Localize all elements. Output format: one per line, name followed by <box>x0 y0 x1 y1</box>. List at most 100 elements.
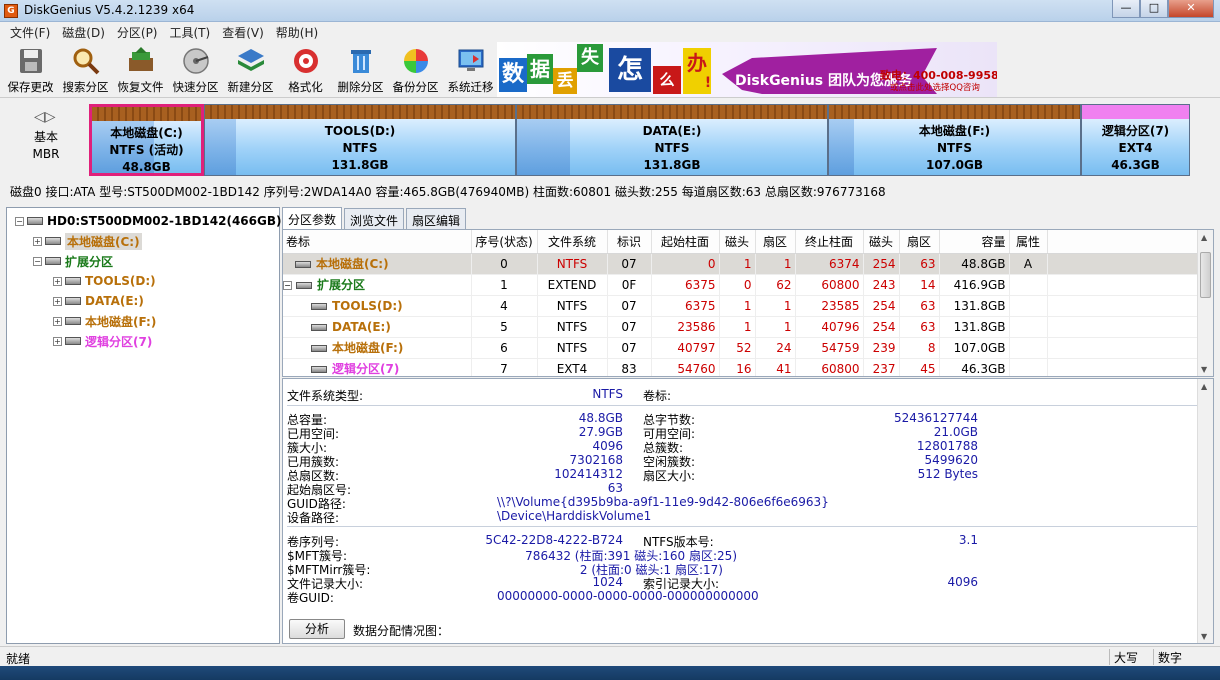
menu-view[interactable]: 查看(V) <box>216 22 270 42</box>
minimize-button[interactable]: — <box>1112 0 1140 18</box>
table-cell: NTFS <box>537 316 608 338</box>
os-taskbar[interactable] <box>0 666 1220 680</box>
col-header[interactable]: 序号(状态) <box>471 230 538 254</box>
col-header[interactable]: 扇区 <box>755 230 796 254</box>
table-cell: NTFS <box>537 253 608 275</box>
col-header[interactable]: 起始柱面 <box>651 230 720 254</box>
volume-icon <box>311 366 327 373</box>
status-text: 就绪 <box>6 652 31 666</box>
menu-file[interactable]: 文件(F) <box>4 22 56 42</box>
detail-value: 4096 <box>947 575 978 589</box>
col-header[interactable]: 容量 <box>939 230 1010 254</box>
tree-item-e[interactable]: + DATA(E:) <box>53 292 144 310</box>
search-icon <box>73 48 99 75</box>
maximize-button[interactable]: □ <box>1140 0 1168 18</box>
system-migration-button[interactable]: 系统迁移 <box>443 44 498 96</box>
menu-partition[interactable]: 分区(P) <box>111 22 164 42</box>
tree-item-logical7[interactable]: + 逻辑分区(7) <box>53 332 152 350</box>
close-button[interactable]: ✕ <box>1168 0 1214 18</box>
migrate-icon <box>458 49 483 71</box>
collapse-icon[interactable]: − <box>283 281 292 290</box>
disk-info-line: 磁盘0 接口:ATA 型号:ST500DM002-1BD142 序列号:2WDA… <box>10 185 886 199</box>
table-row[interactable]: 本地磁盘(F:) 6 NTFS 07 40797 52 24 54759 239 8 107.0GB <box>283 337 1198 359</box>
col-header[interactable]: 属性 <box>1009 230 1048 254</box>
tree-item-extended[interactable]: − 扩展分区 <box>33 252 113 270</box>
menu-disk[interactable]: 磁盘(D) <box>56 22 111 42</box>
row-volume-label-cell: TOOLS(D:) <box>283 295 472 317</box>
expand-icon[interactable]: + <box>53 316 62 326</box>
detail-value: NTFS <box>592 387 623 401</box>
table-cell: NTFS <box>537 337 608 359</box>
expand-icon[interactable]: + <box>53 296 62 306</box>
delete-partition-button[interactable]: 删除分区 <box>333 44 388 96</box>
table-cell: 60800 <box>795 358 864 376</box>
partition-fs: NTFS <box>342 141 378 155</box>
col-header[interactable]: 磁头 <box>863 230 900 254</box>
format-button[interactable]: 格式化 <box>278 44 333 96</box>
col-header[interactable]: 扇区 <box>899 230 940 254</box>
tree-disk-root[interactable]: − HD0:ST500DM002-1BD142(466GB) <box>15 212 281 230</box>
tree-item-f[interactable]: + 本地磁盘(F:) <box>53 312 156 330</box>
tree-item-c[interactable]: + 本地磁盘(C:) <box>33 232 142 250</box>
table-cell: 83 <box>607 358 652 376</box>
col-header[interactable]: 终止柱面 <box>795 230 864 254</box>
partition-block-c[interactable]: 本地磁盘(C:) NTFS (活动) 48.8GB <box>89 104 204 176</box>
table-scrollbar[interactable]: ▲ ▼ <box>1197 230 1213 376</box>
new-partition-button[interactable]: 新建分区 <box>223 44 278 96</box>
table-row[interactable]: DATA(E:) 5 NTFS 07 23586 1 1 40796 254 63 131.8GB <box>283 316 1198 338</box>
table-cell: 5 <box>471 316 538 338</box>
partition-block-f[interactable]: 本地磁盘(F:) NTFS 107.0GB <box>828 104 1081 176</box>
search-partition-button[interactable]: 搜索分区 <box>58 44 113 96</box>
tree-item-d[interactable]: + TOOLS(D:) <box>53 272 156 290</box>
volume-icon <box>65 297 81 305</box>
collapse-icon[interactable]: − <box>15 216 24 226</box>
col-header[interactable]: 卷标 <box>283 230 472 254</box>
table-row[interactable]: TOOLS(D:) 4 NTFS 07 6375 1 1 23585 254 63 131.8GB <box>283 295 1198 317</box>
nav-right-icon[interactable]: ▷ <box>45 109 56 125</box>
partition-fs: EXT4 <box>1118 141 1153 155</box>
tab-sector-edit[interactable]: 扇区编辑 <box>406 208 467 229</box>
col-header[interactable]: 磁头 <box>719 230 756 254</box>
table-row[interactable]: − 扩展分区 1 EXTEND 0F 6375 0 62 60800 243 14 416.9GB <box>283 274 1198 296</box>
partition-block-e[interactable]: DATA(E:) NTFS 131.8GB <box>516 104 828 176</box>
collapse-icon[interactable]: − <box>33 256 42 266</box>
banner-qq-link[interactable]: 或点击此处选择QQ咨询 <box>890 81 980 93</box>
save-icon <box>19 49 42 73</box>
col-header[interactable]: 标识 <box>607 230 652 254</box>
recover-files-button[interactable]: 恢复文件 <box>113 44 168 96</box>
expand-icon[interactable]: + <box>53 276 62 286</box>
menu-help[interactable]: 帮助(H) <box>270 22 324 42</box>
expand-icon[interactable]: + <box>53 336 62 346</box>
menu-tools[interactable]: 工具(T) <box>164 22 217 42</box>
analyze-button[interactable]: 分析 <box>289 619 345 639</box>
partition-block-logical7[interactable]: 逻辑分区(7) EXT4 46.3GB <box>1081 104 1190 176</box>
row-volume-label-cell: DATA(E:) <box>283 316 472 338</box>
table-row[interactable]: 本地磁盘(C:) 0 NTFS 07 0 1 1 6374 254 63 48.8GB A <box>283 253 1198 275</box>
table-cell: 45 <box>899 358 940 376</box>
quick-partition-icon <box>182 48 209 74</box>
table-row[interactable]: 逻辑分区(7) 7 EXT4 83 54760 16 41 60800 237 45 46.3GB <box>283 358 1198 376</box>
partition-block-d[interactable]: TOOLS(D:) NTFS 131.8GB <box>204 104 516 176</box>
expand-icon[interactable]: + <box>33 236 42 246</box>
save-changes-button[interactable]: 保存更改 <box>3 44 58 96</box>
table-cell: 0 <box>651 253 720 275</box>
detail-value: 48.8GB <box>578 411 623 425</box>
nav-left-icon[interactable]: ◁ <box>34 109 45 125</box>
advertisement-banner[interactable]: 数 据 丢 失 怎 么 办 ! DiskGenius 团队为您服务 致电：400… <box>497 42 997 97</box>
table-cell: 131.8GB <box>939 295 1010 317</box>
quick-partition-button[interactable]: 快速分区 <box>168 44 223 96</box>
details-scrollbar[interactable]: ▲ ▼ <box>1197 379 1213 643</box>
tab-partition-params[interactable]: 分区参数 <box>282 207 343 229</box>
recover-icon <box>128 47 153 71</box>
table-cell: 48.8GB <box>939 253 1010 275</box>
table-cell: 239 <box>863 337 900 359</box>
table-cell: 24 <box>755 337 796 359</box>
detail-value: \\?\Volume{d395b9ba-a9f1-11e9-9d42-806e6… <box>497 495 829 509</box>
table-cell: 4 <box>471 295 538 317</box>
detail-value: 63 <box>607 481 623 495</box>
backup-partition-button[interactable]: 备份分区 <box>388 44 443 96</box>
col-header[interactable]: 文件系统 <box>537 230 608 254</box>
row-volume-label-cell: − 扩展分区 <box>283 274 472 296</box>
title-bar[interactable]: G DiskGenius V5.4.2.1239 x64 — □ ✕ <box>0 0 1220 22</box>
tab-browse-files[interactable]: 浏览文件 <box>344 208 405 229</box>
